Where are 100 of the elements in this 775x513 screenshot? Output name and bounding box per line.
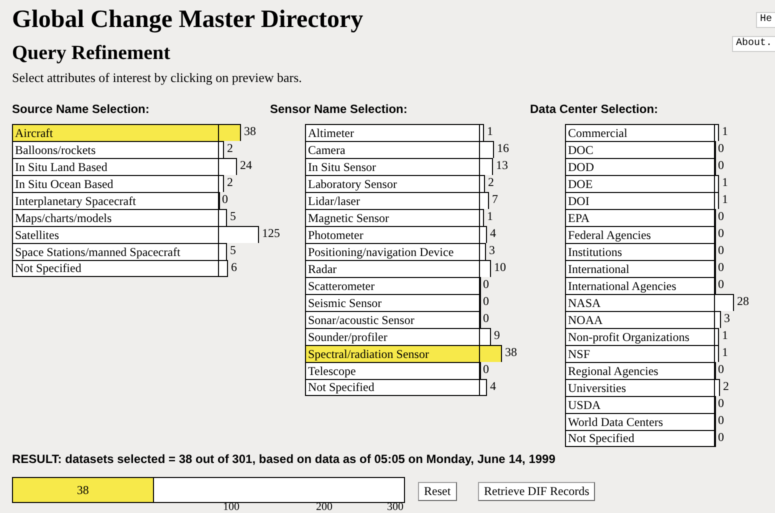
count-label: 1 (722, 124, 728, 139)
count-label: 0 (718, 243, 724, 258)
tick-label: 300 (387, 502, 404, 513)
count-bar (219, 260, 228, 277)
option-label[interactable]: Commercial (565, 124, 715, 141)
count-label: 0 (718, 277, 724, 292)
option-label[interactable]: Not Specified (305, 379, 480, 396)
count-label: 9 (494, 328, 500, 343)
option-label[interactable]: Interplanetary Spacecraft (12, 192, 219, 209)
count-label: 0 (718, 158, 724, 173)
section-heading: Sensor Name Selection: (270, 102, 408, 117)
option-label[interactable]: World Data Centers (565, 413, 715, 430)
option-label[interactable]: DOE (565, 175, 715, 192)
count-label: 0 (483, 277, 489, 292)
option-label[interactable]: NASA (565, 294, 715, 311)
count-label: 0 (718, 141, 724, 156)
option-label[interactable]: Not Specified (12, 260, 219, 277)
option-label[interactable]: Non-profit Organizations (565, 328, 715, 345)
count-label: 1 (487, 124, 493, 139)
count-label: 5 (230, 243, 236, 258)
option-label[interactable]: In Situ Sensor (305, 158, 480, 175)
option-label[interactable]: Sonar/acoustic Sensor (305, 311, 480, 328)
option-label[interactable]: International Agencies (565, 277, 715, 294)
reset-button[interactable]: Reset (418, 482, 457, 501)
option-label[interactable]: DOI (565, 192, 715, 209)
option-label[interactable]: Positioning/navigation Device (305, 243, 480, 260)
count-label: 5 (230, 209, 236, 224)
count-label: 0 (718, 413, 724, 428)
option-label[interactable]: In Situ Ocean Based (12, 175, 219, 192)
instructions-text: Select attributes of interest by clicking on preview bars. (12, 70, 302, 86)
tick-label: 100 (223, 502, 240, 513)
count-label: 0 (718, 260, 724, 275)
result-bar-fill: 38 (13, 478, 154, 502)
count-label: 0 (718, 430, 724, 445)
option-label[interactable]: Institutions (565, 243, 715, 260)
count-label: 1 (722, 328, 728, 343)
option-label[interactable]: DOD (565, 158, 715, 175)
count-label: 38 (505, 345, 517, 360)
page-subtitle: Query Refinement (12, 41, 170, 66)
option-label[interactable]: Federal Agencies (565, 226, 715, 243)
option-label[interactable]: Photometer (305, 226, 480, 243)
count-label: 0 (718, 396, 724, 411)
count-label: 10 (494, 260, 506, 275)
option-label[interactable]: Aircraft (12, 124, 219, 141)
option-label[interactable]: Not Specified (565, 430, 715, 447)
count-label: 38 (244, 124, 256, 139)
option-label[interactable]: Satellites (12, 226, 219, 243)
count-label: 0 (483, 311, 489, 326)
option-label[interactable]: Radar (305, 260, 480, 277)
count-label: 1 (722, 345, 728, 360)
option-label[interactable]: Sounder/profiler (305, 328, 480, 345)
count-label: 24 (240, 158, 252, 173)
count-label: 0 (222, 192, 228, 207)
option-label[interactable]: Space Stations/manned Spacecraft (12, 243, 219, 260)
count-label: 125 (262, 226, 280, 241)
option-label[interactable]: Spectral/radiation Sensor (305, 345, 480, 362)
option-label[interactable]: Telescope (305, 362, 480, 379)
count-label: 4 (490, 226, 496, 241)
tick-label: 200 (316, 502, 332, 513)
option-label[interactable]: In Situ Land Based (12, 158, 219, 175)
count-label: 2 (227, 175, 233, 190)
count-label: 28 (737, 294, 749, 309)
count-label: 4 (490, 379, 496, 394)
option-label[interactable]: NSF (565, 345, 715, 362)
option-label[interactable]: International (565, 260, 715, 277)
section-heading: Source Name Selection: (12, 102, 150, 117)
count-label: 0 (718, 209, 724, 224)
count-label: 0 (483, 362, 489, 377)
option-label[interactable]: EPA (565, 209, 715, 226)
option-label[interactable]: NOAA (565, 311, 715, 328)
top-button[interactable]: He (756, 12, 775, 28)
option-label[interactable]: Balloons/rockets (12, 141, 219, 158)
option-label[interactable]: Camera (305, 141, 480, 158)
count-label: 2 (227, 141, 233, 156)
count-label: 13 (496, 158, 508, 173)
count-label: 2 (488, 175, 494, 190)
count-label: 3 (724, 311, 730, 326)
option-label[interactable]: Laboratory Sensor (305, 175, 480, 192)
top-button[interactable]: About. (732, 36, 775, 52)
option-label[interactable]: Altimeter (305, 124, 480, 141)
option-label[interactable]: Magnetic Sensor (305, 209, 480, 226)
count-label: 1 (722, 192, 728, 207)
option-label[interactable]: Universities (565, 379, 715, 396)
retrieve-button[interactable]: Retrieve DIF Records (478, 482, 596, 501)
count-label: 6 (231, 260, 237, 275)
option-label[interactable]: Maps/charts/models (12, 209, 219, 226)
option-label[interactable]: Seismic Sensor (305, 294, 480, 311)
option-label[interactable]: DOC (565, 141, 715, 158)
option-label[interactable]: Scatterometer (305, 277, 480, 294)
result-text: RESULT: datasets selected = 38 out of 301, based on data as of 05:05 on Monday, June 14, 1999 (12, 452, 556, 467)
option-label[interactable]: USDA (565, 396, 715, 413)
count-label: 1 (487, 209, 493, 224)
page-title: Global Change Master Directory (12, 6, 364, 34)
count-label: 7 (492, 192, 498, 207)
option-label[interactable]: Regional Agencies (565, 362, 715, 379)
count-label: 3 (489, 243, 495, 258)
count-label: 1 (722, 175, 728, 190)
count-label: 16 (497, 141, 509, 156)
section-heading: Data Center Selection: (530, 102, 660, 117)
option-label[interactable]: Lidar/laser (305, 192, 480, 209)
